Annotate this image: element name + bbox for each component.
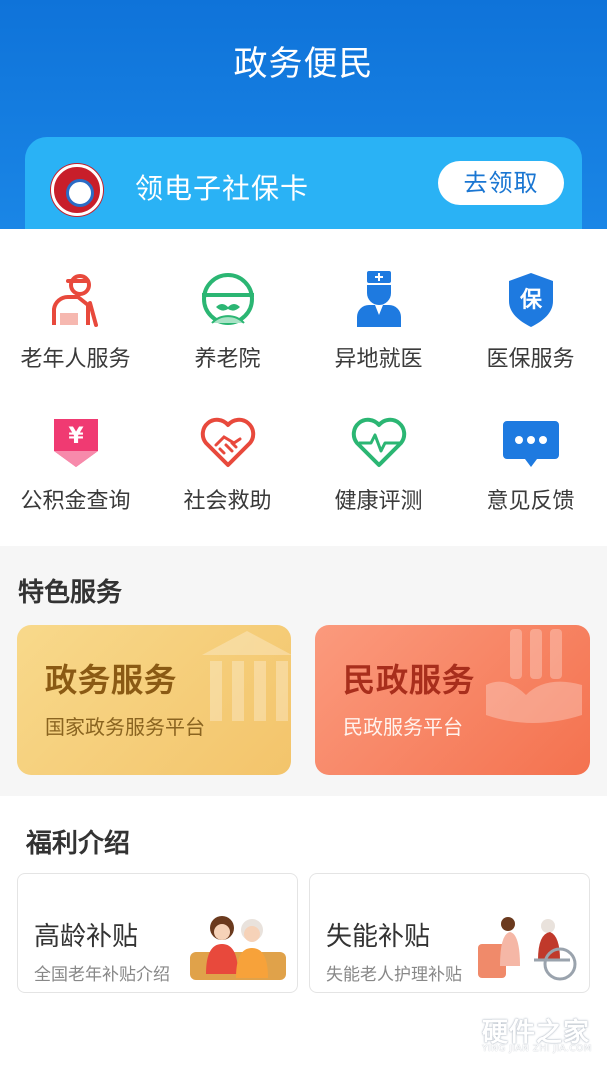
insurance-glyph: 保: [518, 288, 542, 313]
watermark-subtext: YING JIAN ZHI JIA.COM: [482, 1044, 593, 1054]
chat-bubble-icon: [501, 411, 561, 471]
card-subtitle: 失能老人护理补贴: [326, 965, 462, 985]
page-title: 政务便民: [233, 44, 374, 84]
disability-subsidy-card[interactable]: 失能补贴 失能老人护理补贴: [309, 873, 590, 993]
card-subtitle: 国家政务服务平台: [45, 715, 205, 739]
card-subtitle: 全国老年补贴介绍: [34, 965, 170, 985]
card-title: 民政服务: [343, 661, 476, 699]
elderly-couple-illustration: [190, 916, 286, 980]
service-remote-medical[interactable]: 异地就医: [303, 269, 454, 373]
featured-title: 特色服务: [18, 578, 123, 608]
heart-handshake-icon: [198, 411, 258, 471]
social-security-logo-icon: [51, 164, 103, 216]
nursing-home-icon: [198, 269, 258, 329]
elderly-person-icon: [46, 269, 106, 329]
service-label: 异地就医: [334, 347, 423, 372]
heart-pulse-icon: [349, 411, 409, 471]
service-grid: 老年人服务 养老院 异地就医 保 医保服务 ¥ 公积金查询 社会救助 健康评测 …: [0, 229, 607, 546]
site-watermark: 硬件之家 YING JIAN ZHI JIA.COM: [436, 1006, 596, 1066]
card-subtitle: 民政服务平台: [343, 715, 463, 739]
card-title: 失能补贴: [326, 922, 431, 952]
card-title: 政务服务: [45, 661, 178, 699]
banner-text: 领电子社保卡: [135, 172, 310, 205]
service-elderly[interactable]: 老年人服务: [0, 269, 151, 373]
building-icon: [202, 631, 291, 721]
service-feedback[interactable]: 意见反馈: [455, 411, 606, 515]
service-label: 意见反馈: [486, 489, 575, 514]
medical-insurance-shield-icon: 保: [501, 269, 561, 329]
civil-affairs-card[interactable]: 民政服务 民政服务平台: [315, 625, 590, 775]
card-title: 高龄补贴: [34, 922, 139, 952]
welfare-title: 福利介绍: [26, 829, 131, 859]
hexagon-logo-icon: [436, 1010, 476, 1054]
claim-button[interactable]: 去领取: [438, 161, 564, 205]
yuan-glyph: ¥: [68, 424, 84, 449]
senior-subsidy-card[interactable]: 高龄补贴 全国老年补贴介绍: [17, 873, 298, 993]
service-housing-fund[interactable]: ¥ 公积金查询: [0, 411, 151, 515]
service-label: 健康评测: [334, 489, 423, 514]
service-label: 社会救助: [183, 489, 272, 514]
government-service-card[interactable]: 政务服务 国家政务服务平台: [17, 625, 291, 775]
service-label: 医保服务: [486, 347, 575, 372]
service-health-assessment[interactable]: 健康评测: [303, 411, 454, 515]
doctor-icon: [349, 269, 409, 329]
service-label: 老年人服务: [20, 347, 131, 372]
service-medical-insurance[interactable]: 保 医保服务: [455, 269, 606, 373]
service-label: 公积金查询: [20, 489, 131, 514]
service-label: 养老院: [194, 347, 261, 372]
yuan-fund-icon: ¥: [46, 411, 106, 471]
service-nursing-home[interactable]: 养老院: [152, 269, 303, 373]
hand-icon: [486, 629, 582, 723]
service-social-assistance[interactable]: 社会救助: [152, 411, 303, 515]
caregiver-wheelchair-illustration: [478, 917, 577, 981]
